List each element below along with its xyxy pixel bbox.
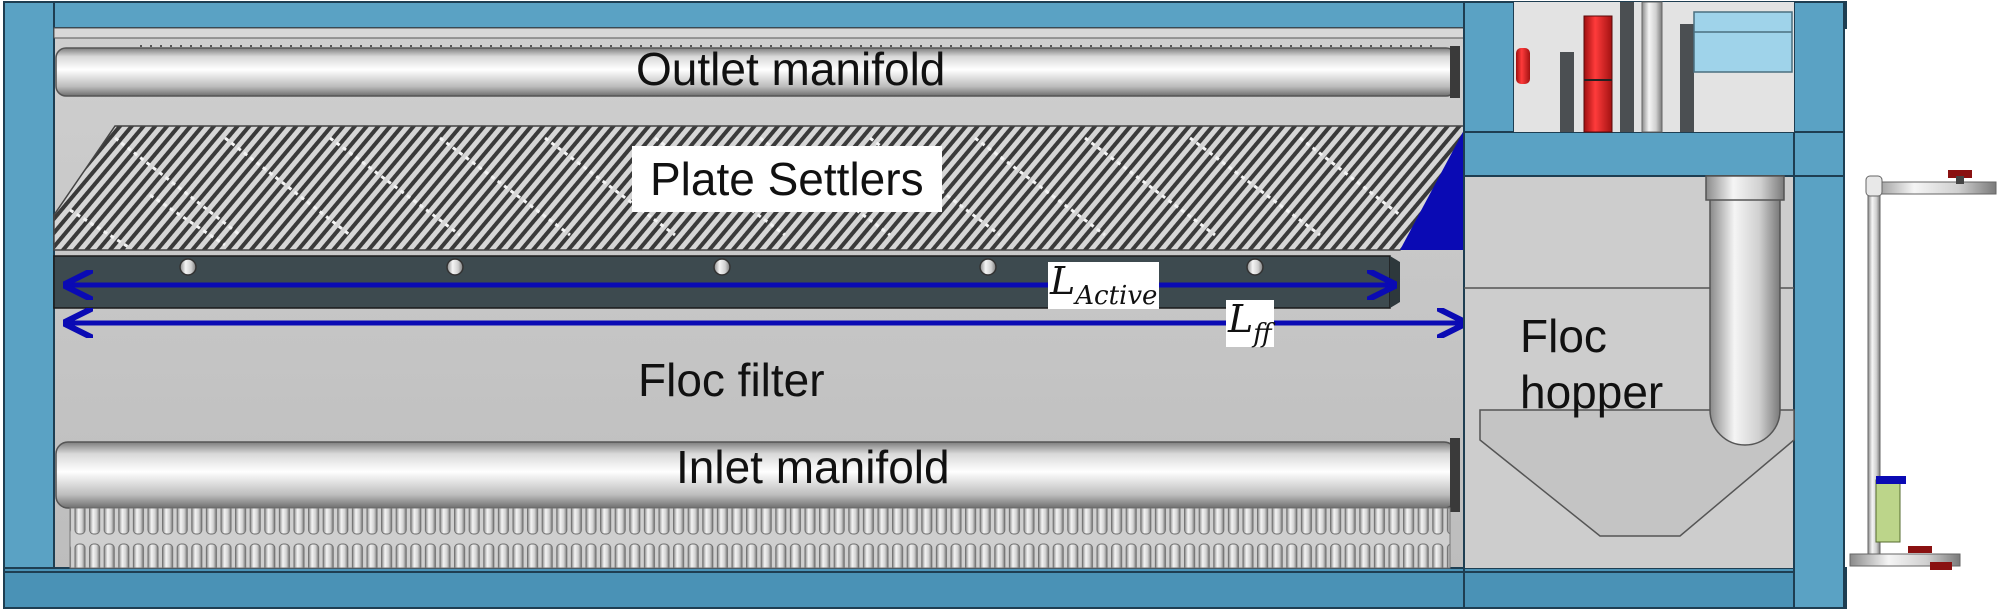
bolt — [713, 258, 731, 276]
tank-frame-left — [3, 1, 55, 609]
floc-hopper-label: Floc hopper — [1520, 308, 1663, 420]
l-ff-subscript: ff — [1253, 319, 1272, 349]
outlet-manifold-label: Outlet manifold — [636, 43, 946, 95]
floc-filter-label: Floc filter — [638, 354, 825, 406]
l-ff-symbol: L — [1228, 297, 1254, 341]
blue-cap — [1876, 476, 1906, 484]
red-valve — [1583, 15, 1613, 133]
plate-settlers-label: Plate Settlers — [632, 146, 942, 212]
sedimentation-tank-diagram — [3, 1, 1997, 609]
floc-hopper-label-line2: hopper — [1520, 366, 1664, 418]
l-active-label: LActive — [1048, 259, 1160, 311]
light-blue-box — [1693, 11, 1793, 73]
l-active-symbol: L — [1050, 259, 1076, 303]
l-active-subscript: Active — [1075, 281, 1158, 311]
external-sample-pipe — [1849, 170, 1997, 570]
bolt — [979, 258, 997, 276]
bolt — [446, 258, 464, 276]
inlet-manifold-label: Inlet manifold — [676, 441, 950, 493]
tank-frame-bottom — [3, 567, 1847, 609]
bolt — [1246, 258, 1264, 276]
floc-hopper-section — [1463, 1, 1845, 609]
l-ff-label: Lff — [1226, 300, 1274, 347]
floc-hopper-label-line1: Floc — [1520, 310, 1607, 362]
hopper-return-pipe — [1709, 175, 1781, 446]
diffuser-row — [69, 507, 1451, 569]
bolt — [179, 258, 197, 276]
